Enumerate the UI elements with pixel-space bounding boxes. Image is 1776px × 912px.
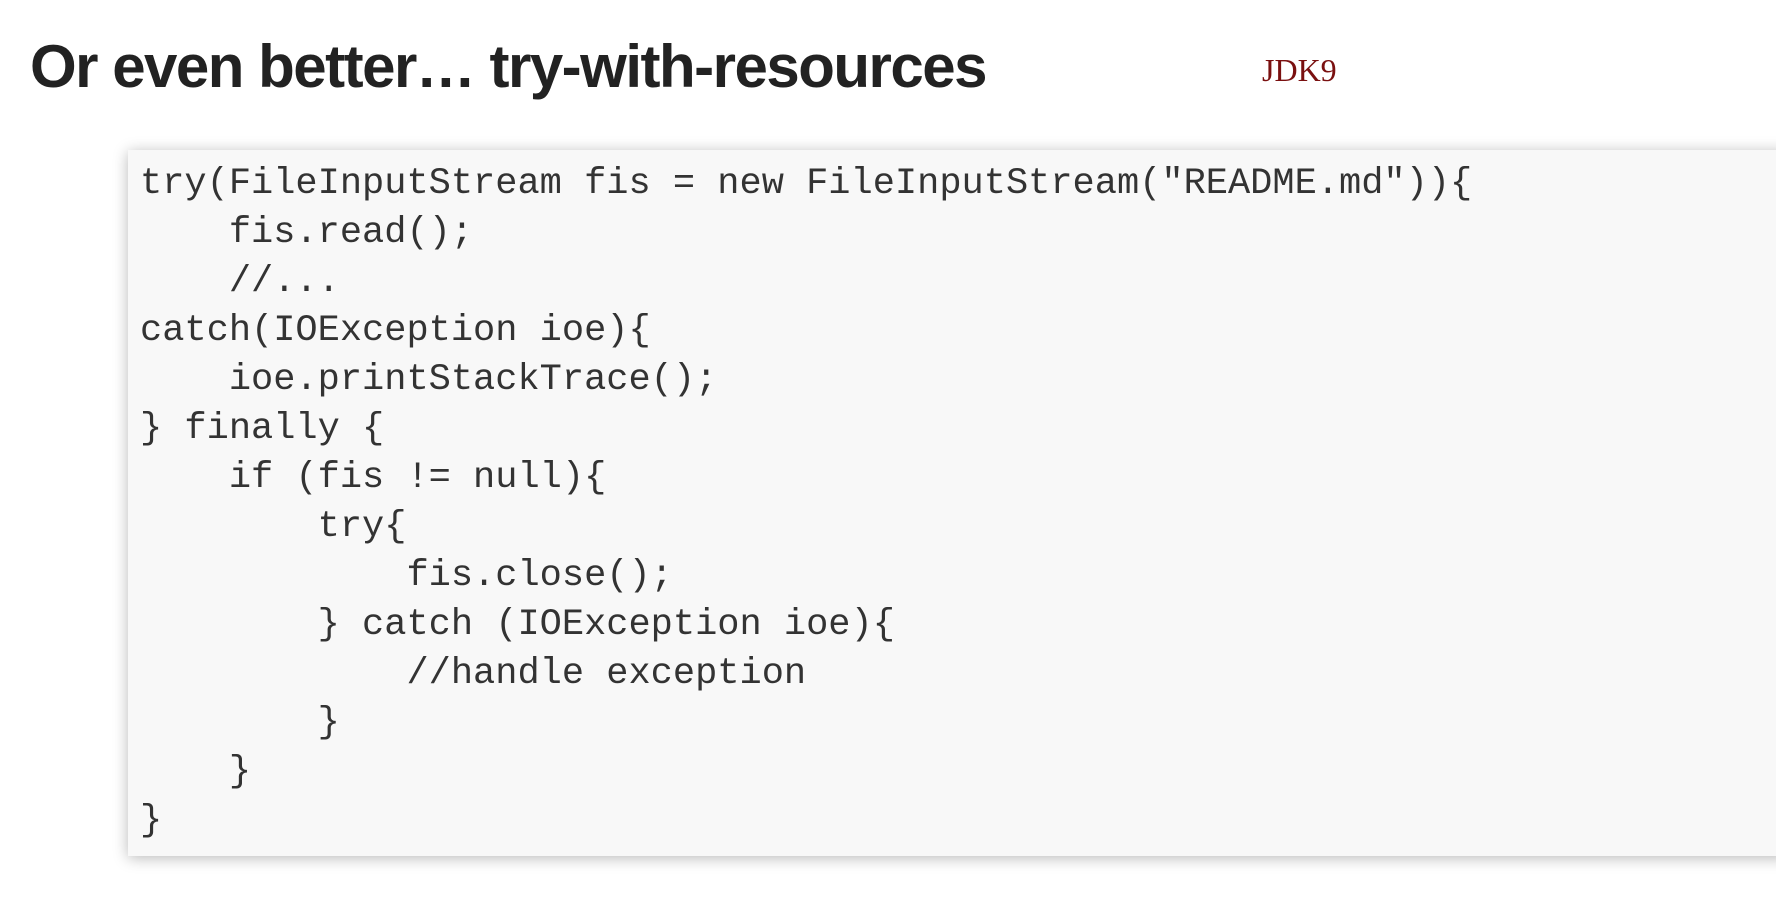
code-line: fis.close();	[140, 555, 673, 597]
slide-title: Or even better… try-with-resources	[30, 33, 987, 100]
code-line: catch(IOException ioe){	[140, 310, 651, 352]
code-line: if (fis != null){	[140, 457, 607, 499]
slide: Or even better… try-with-resources JDK9 …	[0, 0, 1776, 912]
code-line: } catch (IOException ioe){	[140, 604, 895, 646]
code-line: ioe.printStackTrace();	[140, 359, 718, 401]
code-line: fis.read();	[140, 212, 474, 254]
code-line: }	[140, 751, 252, 793]
code-line: }	[140, 702, 340, 744]
code-line: }	[140, 800, 163, 842]
jdk-version-badge: JDK9	[1262, 52, 1337, 88]
code-line: //handle exception	[140, 653, 807, 695]
code-block: try(FileInputStream fis = new FileInputS…	[128, 150, 1776, 856]
code-line: try(FileInputStream fis = new FileInputS…	[140, 163, 1473, 205]
code-line: //...	[140, 261, 340, 303]
code-line: try{	[140, 506, 407, 548]
code-line: } finally {	[140, 408, 385, 450]
code-listing: try(FileInputStream fis = new FileInputS…	[140, 160, 1472, 846]
